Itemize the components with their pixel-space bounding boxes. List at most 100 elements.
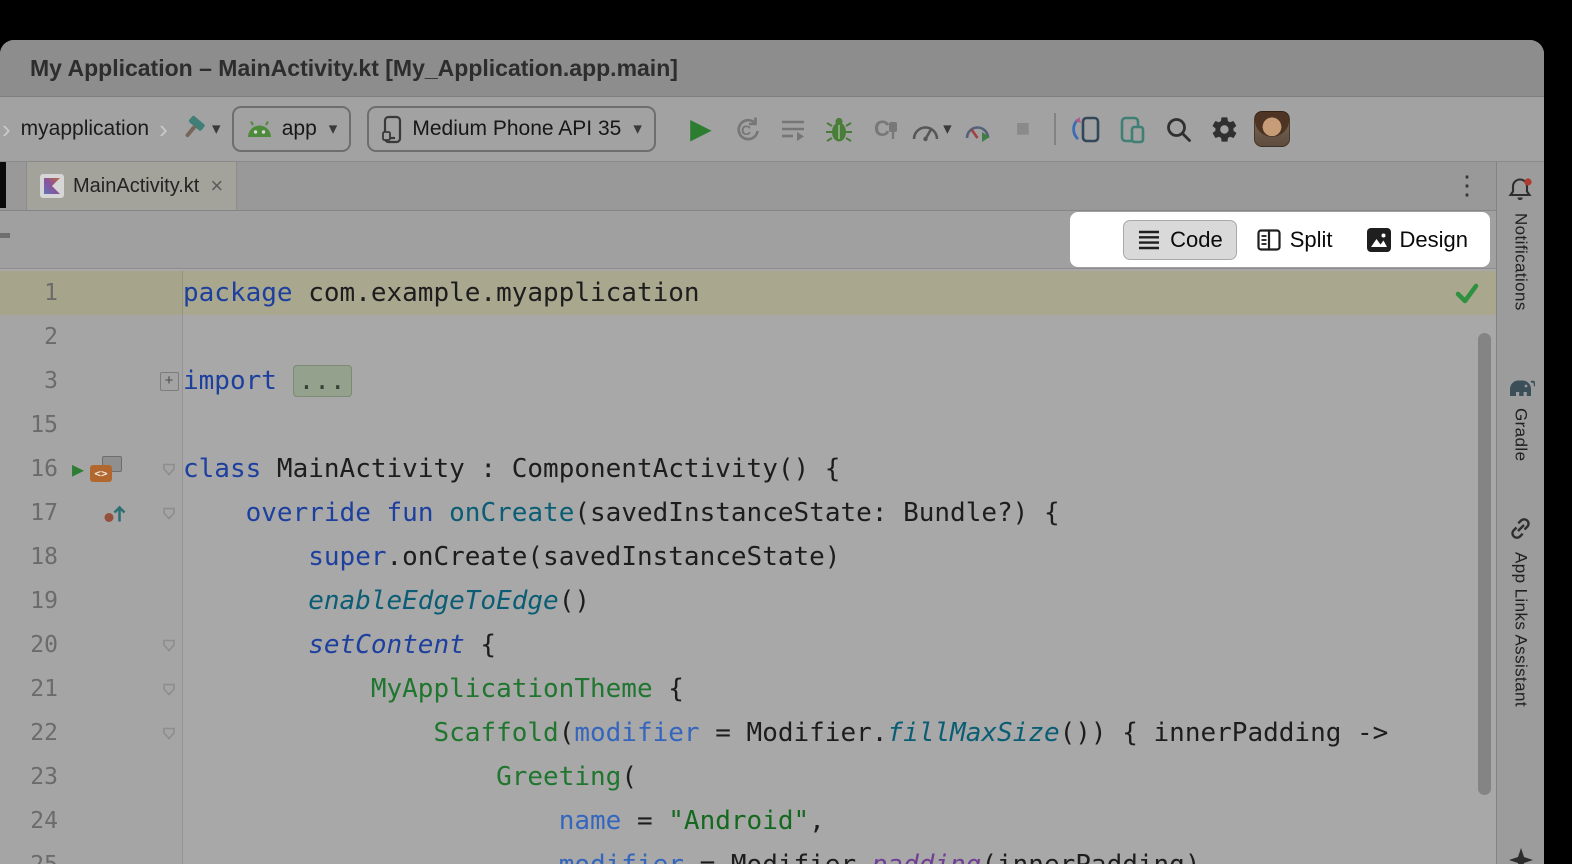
line-number: 20: [0, 632, 58, 658]
breadcrumb-project[interactable]: myapplication: [21, 117, 149, 141]
main-toolbar: › myapplication › ▾ app ▾ Medium Phone A…: [0, 97, 1544, 162]
profiler-gauge-icon: [910, 116, 940, 143]
run-config-label: app: [282, 117, 317, 141]
code-text[interactable]: setContent {: [183, 630, 496, 660]
code-text[interactable]: name = "Android",: [183, 806, 825, 836]
editor-scrollbar-thumb[interactable]: [1478, 333, 1491, 795]
code-text[interactable]: MyApplicationTheme {: [183, 674, 684, 704]
dropdown-caret-icon: ▾: [329, 119, 338, 139]
design-view-icon: [1367, 228, 1391, 252]
title-bar: My Application – MainActivity.kt [My_App…: [0, 40, 1544, 97]
tab-mainactivity[interactable]: MainActivity.kt ×: [26, 162, 237, 210]
editor-gutter: 3+: [0, 359, 183, 403]
profiler-button[interactable]: ▾: [908, 106, 954, 152]
tab-label: MainActivity.kt: [73, 175, 199, 198]
code-line-20: 20 setContent {: [0, 623, 1496, 667]
fold-collapse-icon[interactable]: [162, 639, 176, 652]
line-number: 15: [0, 412, 58, 438]
fold-collapse-icon[interactable]: [162, 507, 176, 520]
fold-collapse-icon[interactable]: [162, 683, 176, 696]
stop-button[interactable]: ■: [1000, 106, 1046, 152]
profileable-run-button[interactable]: [954, 106, 1000, 152]
sidebar-label: App Links Assistant: [1511, 552, 1531, 707]
code-text[interactable]: Scaffold(modifier = Modifier.fillMaxSize…: [183, 718, 1388, 748]
gutter-icons: ▶ <>: [58, 456, 156, 482]
device-manager-icon: [1118, 115, 1148, 144]
run-gutter-icon[interactable]: ▶: [72, 459, 84, 479]
attach-debugger-icon: C: [870, 114, 900, 144]
attach-debugger-button[interactable]: C: [862, 106, 908, 152]
mode-code-label: Code: [1170, 227, 1223, 253]
sidebar-label: Gradle: [1511, 408, 1531, 461]
user-avatar[interactable]: [1254, 111, 1290, 147]
line-number: 1: [0, 280, 58, 306]
search-button[interactable]: [1156, 106, 1202, 152]
apply-code-changes-button[interactable]: [770, 106, 816, 152]
sidebar-item-app-links[interactable]: App Links Assistant: [1507, 515, 1534, 707]
search-icon: [1164, 115, 1193, 144]
editor-gutter: 18: [0, 535, 183, 579]
editor-gutter: 1: [0, 271, 183, 315]
fold-collapse-icon[interactable]: [162, 727, 176, 740]
code-view-icon: [1137, 229, 1161, 250]
debug-button[interactable]: [816, 106, 862, 152]
code-line-18: 18 super.onCreate(savedInstanceState): [0, 535, 1496, 579]
run-configuration-selector[interactable]: app ▾: [232, 106, 352, 152]
window-edge-notch: [0, 162, 6, 208]
build-hammer-icon: [181, 115, 209, 143]
run-button[interactable]: ▶: [678, 106, 724, 152]
device-manager-button[interactable]: [1110, 106, 1156, 152]
code-editor[interactable]: 1package com.example.myapplication23+imp…: [0, 269, 1496, 864]
fold-collapse-icon[interactable]: [162, 463, 176, 476]
app-links-icon: [1507, 515, 1534, 542]
device-label: Medium Phone API 35: [412, 117, 621, 141]
code-text[interactable]: enableEdgeToEdge(): [183, 586, 590, 616]
gradle-elephant-icon: [1506, 375, 1535, 398]
line-number: 25: [0, 852, 58, 864]
editor-gutter: 16▶<>: [0, 447, 183, 491]
main-content: MainActivity.kt × ⋮ Code Split: [0, 162, 1544, 864]
line-number: 17: [0, 500, 58, 526]
sidebar-item-gradle[interactable]: Gradle: [1506, 375, 1535, 461]
build-hammer-button[interactable]: ▾: [178, 106, 224, 152]
fold-expand-icon[interactable]: +: [160, 372, 179, 391]
mode-split-button[interactable]: Split: [1243, 220, 1347, 260]
fold-column: [156, 507, 182, 520]
line-number: 19: [0, 588, 58, 614]
line-number: 22: [0, 720, 58, 746]
fold-column: [156, 639, 182, 652]
sidebar-item-notifications[interactable]: Notifications: [1507, 176, 1534, 311]
dropdown-caret-icon: ▾: [943, 119, 952, 139]
code-text[interactable]: package com.example.myapplication: [183, 278, 700, 308]
stop-square-icon: ■: [1016, 117, 1031, 141]
running-devices-button[interactable]: [1064, 106, 1110, 152]
settings-gear-icon: [1210, 115, 1239, 144]
device-selector[interactable]: Medium Phone API 35 ▾: [367, 106, 656, 152]
code-text[interactable]: import ...: [183, 366, 352, 396]
tab-options-kebab-icon[interactable]: ⋮: [1454, 170, 1480, 201]
chevron-right-icon: ›: [2, 114, 11, 145]
ide-window: My Application – MainActivity.kt [My_App…: [0, 40, 1544, 864]
line-number: 24: [0, 808, 58, 834]
line-number: 3: [0, 368, 58, 394]
kotlin-file-icon: [40, 174, 64, 198]
code-text[interactable]: class MainActivity : ComponentActivity()…: [183, 454, 840, 484]
inspections-ok-icon[interactable]: [1454, 281, 1480, 305]
apply-changes-button[interactable]: C: [724, 106, 770, 152]
code-text[interactable]: Greeting(: [183, 762, 637, 792]
code-text[interactable]: super.onCreate(savedInstanceState): [183, 542, 840, 572]
tab-close-icon[interactable]: ×: [210, 173, 223, 199]
mode-design-button[interactable]: Design: [1353, 220, 1482, 260]
code-line-24: 24 name = "Android",: [0, 799, 1496, 843]
ai-sparkle-icon[interactable]: [1508, 847, 1534, 864]
code-text[interactable]: modifier = Modifier.padding(innerPadding…: [183, 850, 1201, 864]
code-text[interactable]: override fun onCreate(savedInstanceState…: [183, 498, 1060, 528]
code-line-15: 15: [0, 403, 1496, 447]
mode-code-button[interactable]: Code: [1123, 220, 1237, 260]
settings-button[interactable]: [1202, 106, 1248, 152]
fold-column: [156, 463, 182, 476]
toolbar-separator: [1054, 113, 1056, 145]
code-line-2: 2: [0, 315, 1496, 359]
overriding-method-gutter-icon[interactable]: [102, 500, 128, 526]
compose-preview-gutter-icon[interactable]: <>: [90, 456, 122, 482]
